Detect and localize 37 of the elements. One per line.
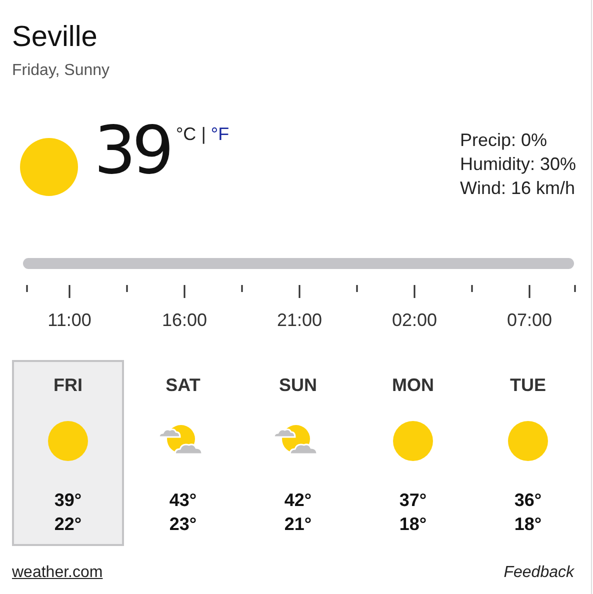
unit-separator: | xyxy=(201,124,206,145)
day-forecast-card[interactable]: MON 37° 18° xyxy=(357,360,469,546)
city-name: Seville xyxy=(12,20,98,54)
day-forecast-card[interactable]: FRI 39° 22° xyxy=(12,360,124,546)
unit-toggle[interactable]: °C xyxy=(176,124,196,145)
day-name: TUE xyxy=(510,375,546,396)
day-name: FRI xyxy=(54,375,82,396)
day-name: SUN xyxy=(278,375,317,396)
high-temperature: 39° xyxy=(54,489,82,512)
time-label: 16:00 xyxy=(160,310,208,331)
low-temperature: 22° xyxy=(54,513,82,536)
day-forecast-card[interactable]: SUN 42° 21° xyxy=(242,360,354,546)
current-temperature: 39 xyxy=(94,116,170,186)
time-label: 21:00 xyxy=(276,310,324,331)
source-link[interactable]: weather.com xyxy=(12,564,103,582)
high-temperature: 43° xyxy=(169,489,197,512)
weather-detail: Precip: 0% xyxy=(460,129,548,152)
low-temperature: 23° xyxy=(169,513,197,536)
day-name: SAT xyxy=(166,375,200,396)
high-temperature: 42° xyxy=(284,489,312,512)
day-name: MON xyxy=(392,375,434,396)
high-temperature: 37° xyxy=(399,489,427,512)
low-temperature: 18° xyxy=(514,513,542,536)
time-label: 11:00 xyxy=(46,310,92,331)
low-temperature: 18° xyxy=(399,513,427,536)
low-temperature: 21° xyxy=(284,513,312,536)
time-label: 07:00 xyxy=(506,310,554,331)
day-forecast-card[interactable]: TUE 36° 18° xyxy=(472,360,584,546)
feedback-link[interactable]: Feedback xyxy=(504,564,574,582)
high-temperature: 36° xyxy=(514,489,542,512)
unit-toggle[interactable]: °F xyxy=(210,124,230,145)
time-label: 02:00 xyxy=(390,310,438,331)
weather-detail: Humidity: 30% xyxy=(460,153,576,176)
timeline-track[interactable] xyxy=(23,258,574,269)
weather-summary: Friday, Sunny xyxy=(12,62,111,80)
day-forecast-card[interactable]: SAT 43° 23° xyxy=(127,360,239,546)
weather-detail: Wind: 16 km/h xyxy=(460,177,576,200)
